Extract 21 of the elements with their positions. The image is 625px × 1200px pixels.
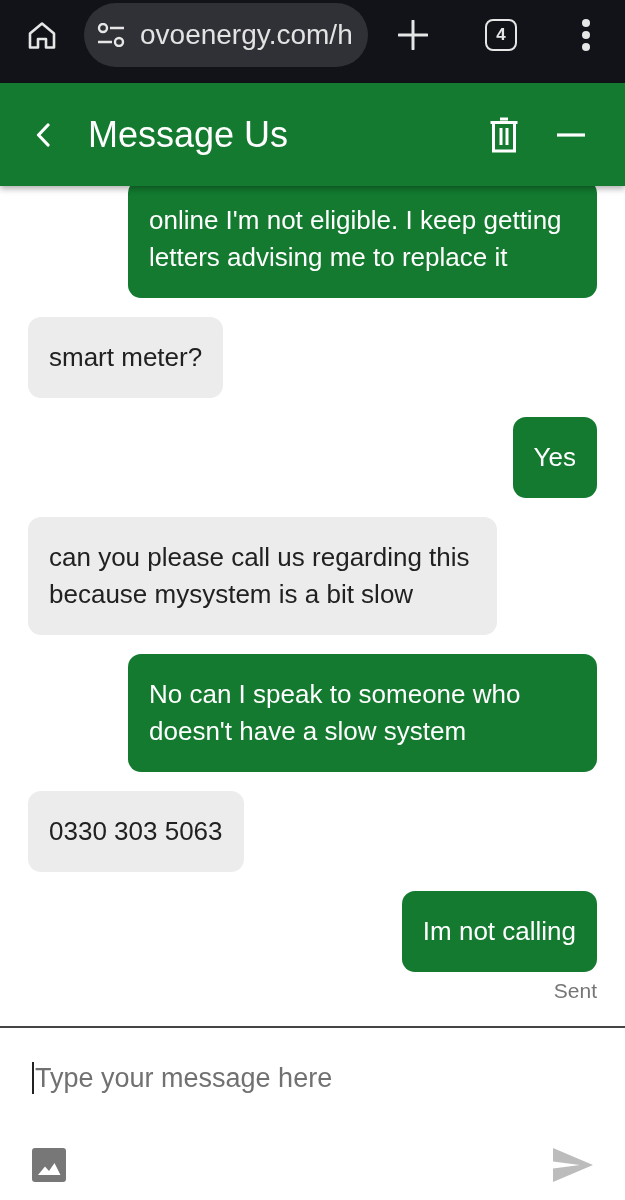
address-bar[interactable]: ovoenergy.com/h — [84, 3, 368, 67]
chat-title: Message Us — [88, 113, 290, 156]
agent-message: 0330 303 5063 — [28, 791, 244, 872]
message-input[interactable]: Type your message here — [34, 1058, 593, 1098]
image-icon[interactable] — [32, 1148, 66, 1182]
home-icon[interactable] — [28, 21, 56, 49]
agent-message: can you please call us regarding this because mysystem is a bit slow — [28, 517, 497, 635]
trash-icon[interactable] — [489, 116, 519, 153]
menu-icon[interactable] — [581, 19, 591, 51]
tab-switcher-button[interactable]: 4 — [485, 19, 517, 51]
user-message: No can I speak to someone who doesn't have a slow system — [128, 654, 597, 772]
user-message: Yes — [512, 417, 597, 498]
user-message: online I'm not eligible. I keep getting letters advising me to replace it — [128, 186, 597, 298]
minimize-icon[interactable] — [557, 132, 585, 137]
back-icon[interactable] — [36, 122, 50, 147]
new-tab-icon[interactable] — [398, 20, 428, 50]
user-message: Im not calling — [401, 891, 597, 972]
message-status: Sent — [553, 979, 597, 1003]
url-text: ovoenergy.com/h — [140, 19, 353, 51]
site-settings-icon[interactable] — [97, 23, 125, 47]
agent-message: smart meter? — [28, 317, 224, 398]
